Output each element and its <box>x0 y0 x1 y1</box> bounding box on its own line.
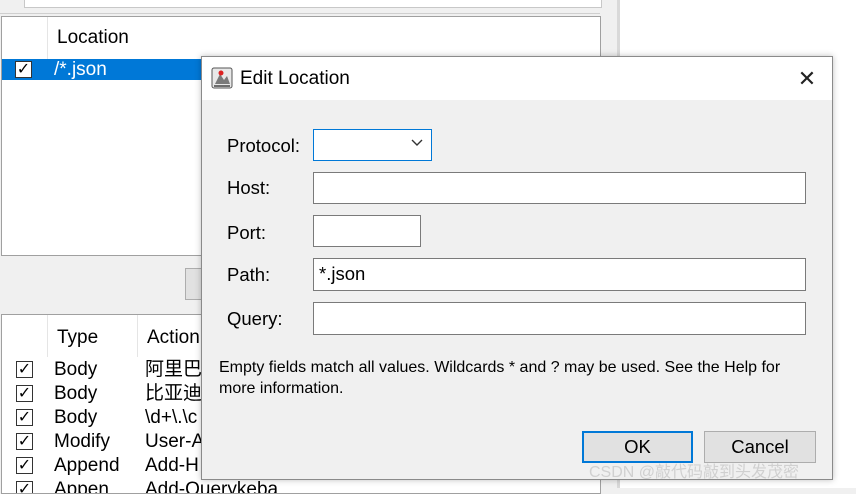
path-input[interactable]: *.json <box>313 258 806 291</box>
checkmark-icon: ✓ <box>17 409 32 426</box>
checkmark-icon: ✓ <box>16 61 31 78</box>
checkmark-icon: ✓ <box>17 385 32 402</box>
help-text: Empty fields match all values. Wildcards… <box>219 359 781 397</box>
column-header-location[interactable]: Location <box>57 27 129 49</box>
port-label: Port: <box>227 222 267 243</box>
close-button[interactable]: ✕ <box>790 64 824 94</box>
rule-type: Body <box>54 359 98 380</box>
query-input[interactable] <box>313 302 806 335</box>
rule-type: Body <box>54 407 98 428</box>
row-checkbox[interactable]: ✓ <box>16 385 33 402</box>
row-checkbox[interactable]: ✓ <box>16 457 33 474</box>
dialog-titlebar[interactable]: Edit Location ✕ <box>202 57 832 100</box>
dialog-title: Edit Location <box>240 68 350 89</box>
close-icon: ✕ <box>797 66 817 91</box>
protocol-label: Protocol: <box>227 135 301 156</box>
top-field <box>24 0 602 8</box>
rule-action: Add-Querykeba <box>145 479 279 494</box>
table-row[interactable]: ✓ Appen Add-Querykeba <box>2 478 600 494</box>
app-icon <box>211 67 233 89</box>
rule-action: User-A <box>145 431 205 452</box>
column-header-type[interactable]: Type <box>57 327 98 349</box>
row-checkbox[interactable]: ✓ <box>16 433 33 450</box>
host-label: Host: <box>227 177 271 198</box>
table-row[interactable]: ✓ /*.json <box>2 59 222 80</box>
column-header-action[interactable]: Action <box>147 327 200 349</box>
top-strip <box>0 0 602 14</box>
checkmark-icon: ✓ <box>17 433 32 450</box>
checkmark-icon: ✓ <box>17 361 32 378</box>
location-value: /*.json <box>54 59 107 80</box>
rule-action: Add-H <box>145 455 199 476</box>
query-label: Query: <box>227 308 283 329</box>
rule-type: Append <box>54 455 120 476</box>
protocol-select[interactable] <box>313 129 432 161</box>
host-input[interactable] <box>313 172 806 204</box>
row-checkbox[interactable]: ✓ <box>16 409 33 426</box>
port-input[interactable] <box>313 215 421 247</box>
rule-type: Body <box>54 383 98 404</box>
rule-type: Modify <box>54 431 110 452</box>
rule-action: 比亚迪 <box>145 383 203 404</box>
rule-action: \d+\.\c <box>145 407 198 428</box>
path-label: Path: <box>227 264 271 285</box>
row-checkbox[interactable]: ✓ <box>16 361 33 378</box>
chevron-down-icon <box>411 135 423 151</box>
checkmark-icon: ✓ <box>17 457 32 474</box>
watermark: CSDN @敲代码敲到头发茂密 <box>589 464 800 481</box>
rule-type: Appen <box>54 479 109 494</box>
rule-action: 阿里巴 <box>145 359 203 380</box>
edit-location-dialog: Edit Location ✕ Protocol: Host: Port: Pa… <box>201 56 833 480</box>
row-checkbox[interactable]: ✓ <box>15 61 32 78</box>
locations-table-header: Location <box>2 17 600 60</box>
